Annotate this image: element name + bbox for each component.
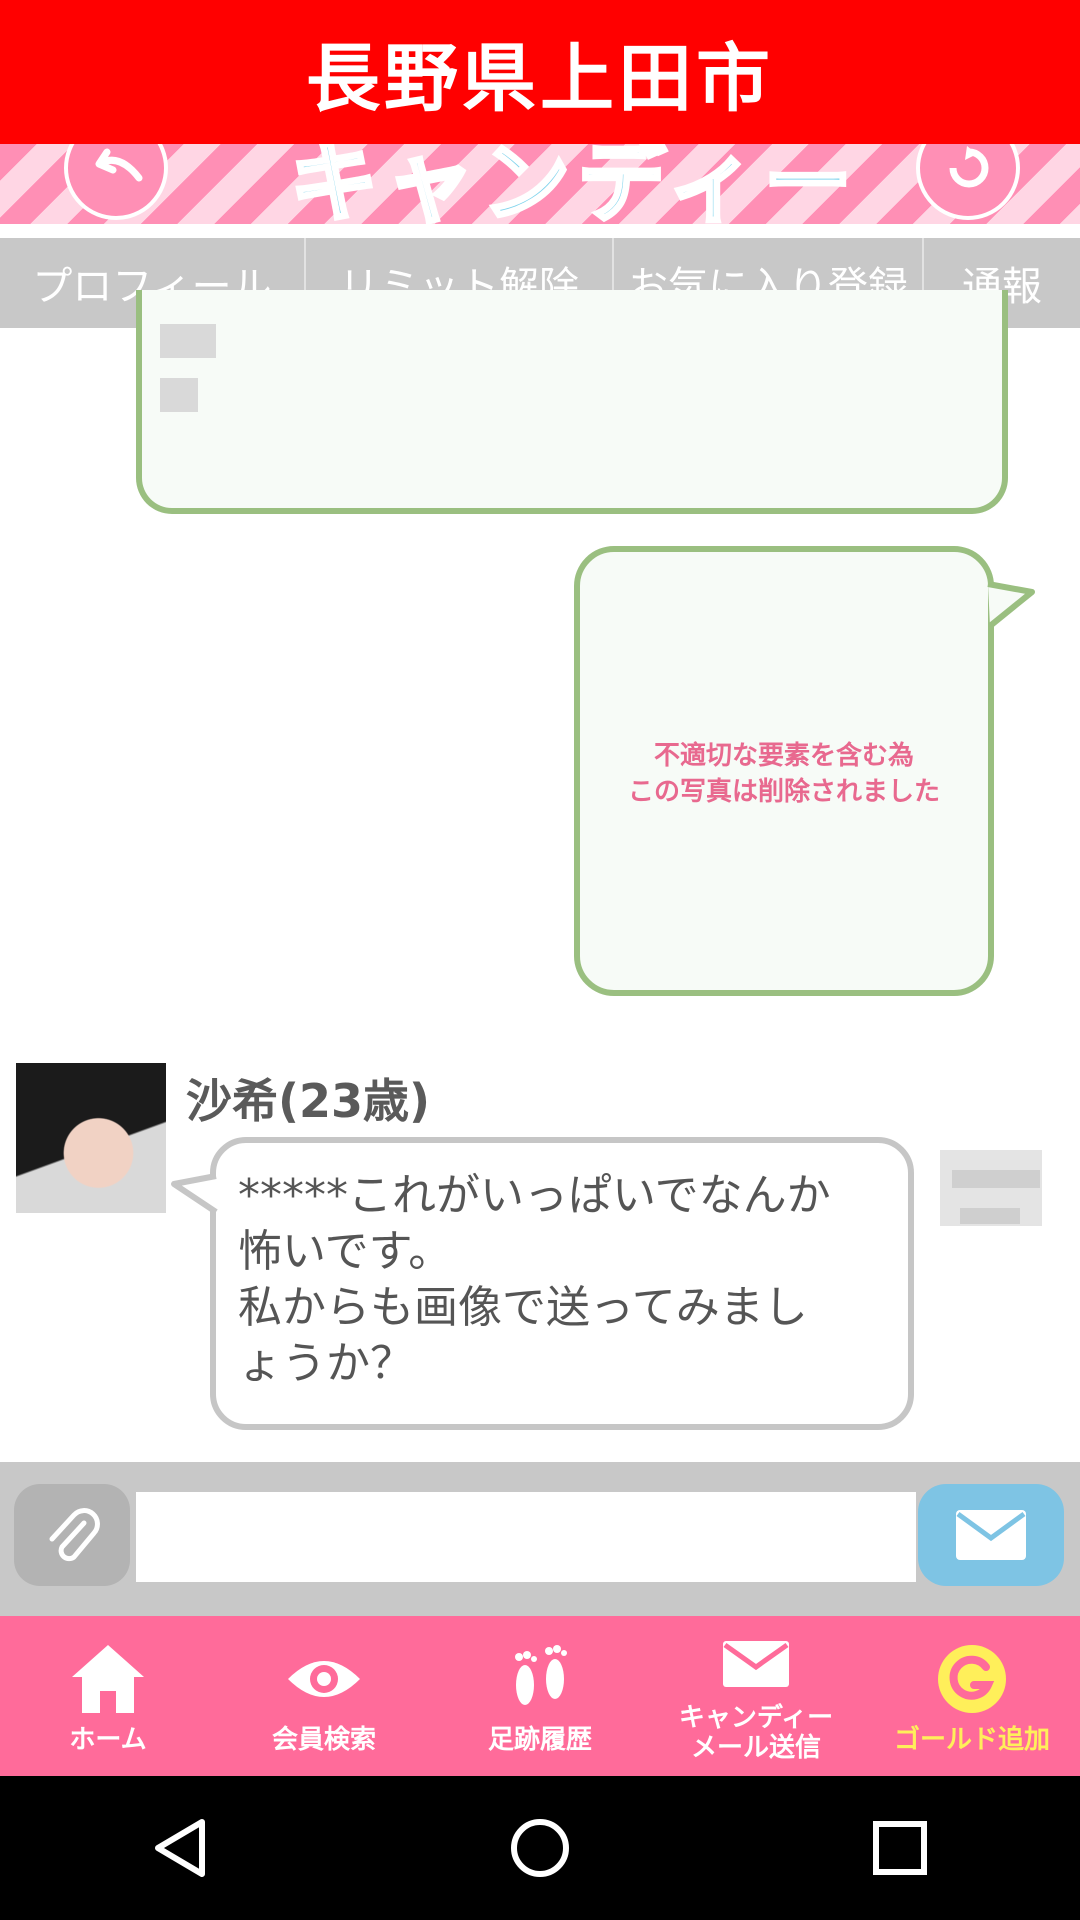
back-arrow-icon[interactable] [64, 144, 168, 220]
deleted-photo-bubble: 不適切な要素を含む為 この写真は削除されました [574, 546, 994, 996]
attach-button[interactable] [14, 1484, 130, 1586]
back-triangle-icon [155, 1819, 205, 1877]
nav-add-gold[interactable]: ゴールド追加 [864, 1616, 1080, 1776]
deleted-photo-notice-line2: この写真は削除されました [627, 777, 940, 807]
nav-candy-mail-label: キャンディー メール送信 [678, 1703, 834, 1763]
system-navigation-bar [0, 1776, 1080, 1920]
censored-block [960, 1208, 1020, 1224]
app-header-stripe: キャンディー [0, 144, 1080, 224]
partner-name: 沙希(23歳) [186, 1074, 431, 1128]
system-back-button[interactable] [125, 1793, 235, 1903]
nav-home[interactable]: ホーム [0, 1616, 216, 1776]
nav-footprints[interactable]: 足跡履歴 [432, 1616, 648, 1776]
nav-candy-mail[interactable]: キャンディー メール送信 [648, 1616, 864, 1776]
censored-block [160, 324, 216, 358]
bubble-tail [171, 1173, 218, 1215]
refresh-icon[interactable] [916, 144, 1020, 220]
home-circle-icon [511, 1819, 569, 1877]
recents-square-icon [873, 1821, 927, 1875]
mail-icon [723, 1641, 789, 1687]
city-title: 長野県上田市 [0, 0, 1080, 144]
system-recents-button[interactable] [845, 1793, 955, 1903]
system-home-button[interactable] [485, 1793, 595, 1903]
avatar[interactable] [16, 1063, 166, 1213]
sent-message-bubble [136, 290, 1008, 514]
deleted-photo-notice-line1: 不適切な要素を含む為 [653, 741, 914, 771]
gold-g-icon [938, 1645, 1006, 1713]
bubble-tail [987, 581, 1035, 629]
nav-member-search-label: 会員検索 [271, 1725, 376, 1755]
partner-message-text: *****これがいっぱいでなんか 怖いです。 私からも画像で送ってみまし ょうか… [238, 1170, 831, 1389]
eye-icon [288, 1661, 360, 1697]
censored-block [160, 378, 198, 412]
nav-footprints-label: 足跡履歴 [487, 1725, 592, 1755]
message-input[interactable] [136, 1492, 916, 1582]
nav-add-gold-label: ゴールド追加 [893, 1725, 1050, 1755]
footprints-icon [515, 1645, 567, 1705]
send-button[interactable] [918, 1484, 1064, 1586]
bottom-navigation: ホーム 会員検索 足跡履歴 キャンディー メール送信 ゴールド追加 [0, 1616, 1080, 1776]
paperclip-icon [49, 1508, 100, 1562]
nav-member-search[interactable]: 会員検索 [216, 1616, 432, 1776]
nav-home-label: ホーム [69, 1725, 147, 1755]
mail-icon [956, 1510, 1026, 1560]
home-icon [72, 1645, 144, 1713]
app-logo: キャンディー [288, 144, 860, 224]
censored-block [952, 1170, 1040, 1188]
